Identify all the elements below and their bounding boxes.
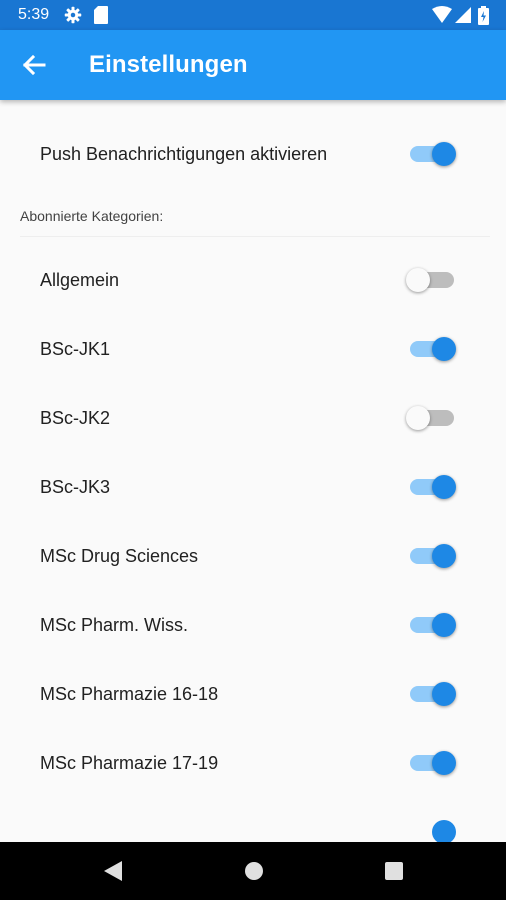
system-nav-bar xyxy=(0,842,506,900)
category-label: MSc Pharmazie 16-18 xyxy=(40,684,219,704)
push-notifications-switch[interactable] xyxy=(406,140,458,168)
switch-thumb xyxy=(432,142,456,166)
category-label: MSc Pharm. Wiss. xyxy=(40,615,189,635)
push-notifications-label: Push Benachrichtigungen aktivieren xyxy=(40,144,328,164)
switch-thumb xyxy=(432,682,456,706)
category-switch-msc-pharm-wiss[interactable] xyxy=(406,611,458,639)
category-switch-msc-pharmazie-17-19[interactable] xyxy=(406,749,458,777)
category-row-msc-pharmazie-17-19[interactable]: MSc Pharmazie 17-19 xyxy=(0,729,506,797)
back-button[interactable] xyxy=(16,47,52,83)
category-row-bsc-jk1[interactable]: BSc-JK1 xyxy=(0,315,506,383)
partial-switch-thumb[interactable] xyxy=(432,820,456,842)
app-bar: Einstellungen xyxy=(0,30,506,100)
categories-header: Abonnierte Kategorien: xyxy=(20,208,164,224)
category-row-bsc-jk3[interactable]: BSc-JK3 xyxy=(0,453,506,521)
category-switch-msc-pharmazie-16-18[interactable] xyxy=(406,680,458,708)
category-row-msc-drug-sciences[interactable]: MSc Drug Sciences xyxy=(0,522,506,590)
switch-thumb xyxy=(432,475,456,499)
home-circle-icon[interactable] xyxy=(243,859,265,888)
sd-card-icon xyxy=(94,6,108,29)
push-notifications-row[interactable]: Push Benachrichtigungen aktivieren xyxy=(0,120,506,188)
battery-icon xyxy=(478,6,489,30)
arrow-left-icon xyxy=(16,54,52,87)
cell-signal-icon xyxy=(455,6,471,29)
section-divider xyxy=(20,236,490,237)
switch-thumb xyxy=(432,544,456,568)
category-switch-bsc-jk3[interactable] xyxy=(406,473,458,501)
category-row-msc-pharmazie-16-18[interactable]: MSc Pharmazie 16-18 xyxy=(0,660,506,728)
wifi-icon xyxy=(432,6,452,29)
category-switch-bsc-jk2[interactable] xyxy=(406,404,458,432)
category-label: BSc-JK3 xyxy=(40,477,111,497)
page-title: Einstellungen xyxy=(89,51,248,78)
category-row-msc-pharm-wiss[interactable]: MSc Pharm. Wiss. xyxy=(0,591,506,659)
recents-square-icon[interactable] xyxy=(383,859,405,888)
category-label: MSc Pharmazie 17-19 xyxy=(40,753,219,773)
category-label: MSc Drug Sciences xyxy=(40,546,199,566)
switch-thumb xyxy=(406,268,430,292)
settings-list[interactable]: Push Benachrichtigungen aktivieren Abonn… xyxy=(0,100,506,842)
category-row-bsc-jk2[interactable]: BSc-JK2 xyxy=(0,384,506,452)
category-switch-allgemein[interactable] xyxy=(406,266,458,294)
switch-thumb xyxy=(406,406,430,430)
status-bar: 5:39 xyxy=(0,0,506,30)
category-label: BSc-JK1 xyxy=(40,339,111,359)
category-switch-msc-drug-sciences[interactable] xyxy=(406,542,458,570)
switch-thumb xyxy=(432,613,456,637)
category-switch-bsc-jk1[interactable] xyxy=(406,335,458,363)
status-time: 5:39 xyxy=(18,6,50,23)
switch-thumb xyxy=(432,337,456,361)
category-row-allgemein[interactable]: Allgemein xyxy=(0,246,506,314)
category-label: Allgemein xyxy=(40,270,120,290)
category-label: BSc-JK2 xyxy=(40,408,111,428)
back-triangle-icon[interactable] xyxy=(102,859,124,888)
switch-thumb xyxy=(432,751,456,775)
gear-icon xyxy=(64,6,82,29)
